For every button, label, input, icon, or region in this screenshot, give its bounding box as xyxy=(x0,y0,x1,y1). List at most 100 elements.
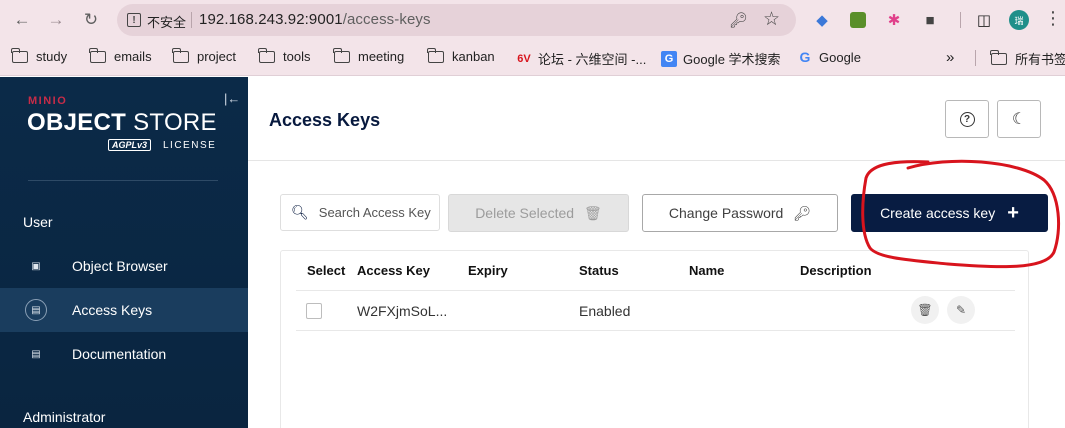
logo-title: OBJECT STORE xyxy=(27,109,217,136)
column-header-select[interactable]: Select xyxy=(307,263,345,278)
reload-icon[interactable]: ↻ xyxy=(78,7,104,33)
browser-toolbar: ← → ↻ ! 不安全 192.168.243.92:9001/access-k… xyxy=(0,0,1065,40)
search-input[interactable] xyxy=(318,205,431,220)
page-title: Access Keys xyxy=(269,110,381,130)
warning-icon[interactable]: ! xyxy=(127,13,141,27)
red-circle-annotation xyxy=(861,159,1061,269)
folder-icon xyxy=(89,47,106,63)
trash-icon: 🗑︎ xyxy=(917,303,933,317)
extensions-puzzle-icon[interactable]: ■ xyxy=(919,9,941,31)
bookmark-label: Google xyxy=(819,49,861,65)
bucket-icon: ▣ xyxy=(31,260,41,272)
cell-status: Enabled xyxy=(579,303,631,319)
bookmark-emails[interactable]: emails xyxy=(89,47,152,64)
bookmark-star-icon[interactable]: ☆ xyxy=(763,8,780,31)
url-path: /access-keys xyxy=(342,11,431,28)
column-header-expiry[interactable]: Expiry xyxy=(468,263,508,278)
bookmarks-bar: study emails project tools meeting kanba… xyxy=(0,40,1065,76)
search-icon: 🔍︎ xyxy=(291,204,309,220)
sidebar-item-access-keys[interactable]: ▤ Access Keys xyxy=(0,288,248,332)
toolbar-divider xyxy=(960,12,961,28)
bookmark-tools[interactable]: tools xyxy=(258,47,311,64)
column-header-access-key[interactable]: Access Key xyxy=(357,263,430,278)
bookmark-study[interactable]: study xyxy=(11,47,68,64)
google-logo-icon: G xyxy=(799,49,811,65)
sidebar-divider xyxy=(28,180,218,181)
all-bookmarks[interactable]: 所有书签 xyxy=(990,49,1065,68)
bookmark-label: Google 学术搜索 xyxy=(683,52,781,67)
help-icon: ? xyxy=(959,111,975,127)
cell-access-key: W2FXjmSoL... xyxy=(357,303,448,319)
bookmark-kanban[interactable]: kanban xyxy=(427,47,495,64)
collapse-sidebar-icon[interactable]: |← xyxy=(224,91,240,106)
scholar-logo-icon: G xyxy=(661,50,677,67)
browser-menu-icon[interactable]: ⋮ xyxy=(1044,8,1062,29)
insecure-label[interactable]: 不安全 xyxy=(147,12,186,31)
search-access-keys[interactable]: 🔍︎ xyxy=(280,194,440,231)
sidebar-item-documentation[interactable]: ▤ Documentation xyxy=(0,332,248,376)
bookmark-google-scholar[interactable]: G Google 学术搜索 xyxy=(661,49,781,68)
help-button[interactable]: ? xyxy=(945,100,989,138)
bookmark-label: tools xyxy=(283,49,311,64)
url-host: 192.168.243.92:9001 xyxy=(199,11,343,28)
folder-icon xyxy=(11,47,28,63)
trash-icon: 🗑︎ xyxy=(584,204,602,221)
table-row-divider xyxy=(296,330,1015,331)
table-header-divider xyxy=(296,290,1015,291)
page-header: Access Keys ? ☾ xyxy=(248,77,1065,161)
section-administrator: Administrator xyxy=(23,409,106,425)
pencil-icon: ✎ xyxy=(955,303,967,317)
sidebar-item-label: Object Browser xyxy=(72,258,168,274)
extension-star-icon[interactable]: ✱ xyxy=(883,9,905,31)
bookmark-label: study xyxy=(36,49,68,64)
url-text[interactable]: 192.168.243.92:9001/access-keys xyxy=(199,11,431,28)
bookmark-project[interactable]: project xyxy=(172,47,237,64)
folder-icon xyxy=(258,47,275,63)
forum-logo-icon: 6V xyxy=(517,52,531,65)
bookmark-google[interactable]: G Google xyxy=(797,49,861,65)
folder-icon xyxy=(990,49,1007,65)
extension-sprout-icon[interactable] xyxy=(847,9,869,31)
section-user: User xyxy=(23,214,53,230)
bookmark-label: 所有书签 xyxy=(1015,52,1065,67)
logo-agpl: AGPLv3 xyxy=(108,139,152,151)
sidebar-item-object-browser[interactable]: ▣ Object Browser xyxy=(0,244,248,288)
bookmark-forum[interactable]: 6V 论坛 - 六维空间 -... xyxy=(516,49,646,68)
sidebar-item-label: Access Keys xyxy=(72,302,153,318)
change-password-button[interactable]: Change Password 🔑︎ xyxy=(642,194,838,232)
column-header-status[interactable]: Status xyxy=(579,263,619,278)
delete-selected-button[interactable]: Delete Selected 🗑︎ xyxy=(448,194,629,232)
sidebar: MINIO OBJECT STORE AGPLv3 LICENSE |← Use… xyxy=(0,77,248,428)
moon-icon: ☾ xyxy=(1011,111,1027,128)
back-icon[interactable]: ← xyxy=(9,7,35,33)
profile-avatar[interactable]: 瑞 xyxy=(1009,10,1029,30)
key-icon: 🔑︎ xyxy=(793,204,812,221)
change-password-label: Change Password xyxy=(668,205,784,221)
bookmark-label: kanban xyxy=(452,49,495,64)
docs-icon: ▤ xyxy=(31,348,41,360)
column-header-name[interactable]: Name xyxy=(689,263,724,278)
row-edit-button[interactable]: ✎ xyxy=(947,296,975,324)
logo-brand: MINIO xyxy=(28,95,68,107)
bookmark-label: project xyxy=(197,49,237,64)
key-card-icon: ▤ xyxy=(25,299,47,321)
address-bar[interactable]: ! 不安全 192.168.243.92:9001/access-keys 🔑︎… xyxy=(117,4,796,36)
more-bookmarks-button[interactable]: » xyxy=(946,49,954,66)
extension-cube-icon[interactable]: ◆ xyxy=(811,9,833,31)
folder-icon xyxy=(427,47,444,63)
bookmark-label: 论坛 - 六维空间 -... xyxy=(538,52,647,67)
bookmark-meeting[interactable]: meeting xyxy=(333,47,405,64)
bookmark-label: emails xyxy=(114,49,152,64)
bookmark-label: meeting xyxy=(358,49,405,64)
folder-icon xyxy=(172,47,189,63)
theme-toggle-button[interactable]: ☾ xyxy=(997,100,1041,138)
row-select-checkbox[interactable] xyxy=(306,303,322,319)
omnibox-divider xyxy=(191,12,192,28)
bookmarks-divider xyxy=(975,50,976,66)
sidebar-item-label: Documentation xyxy=(72,346,167,362)
forward-icon[interactable]: → xyxy=(43,7,69,33)
side-panel-icon[interactable]: ◫ xyxy=(973,9,995,31)
folder-icon xyxy=(333,47,350,63)
row-delete-button[interactable]: 🗑︎ xyxy=(911,296,939,324)
password-key-icon[interactable]: 🔑︎ xyxy=(729,11,748,29)
